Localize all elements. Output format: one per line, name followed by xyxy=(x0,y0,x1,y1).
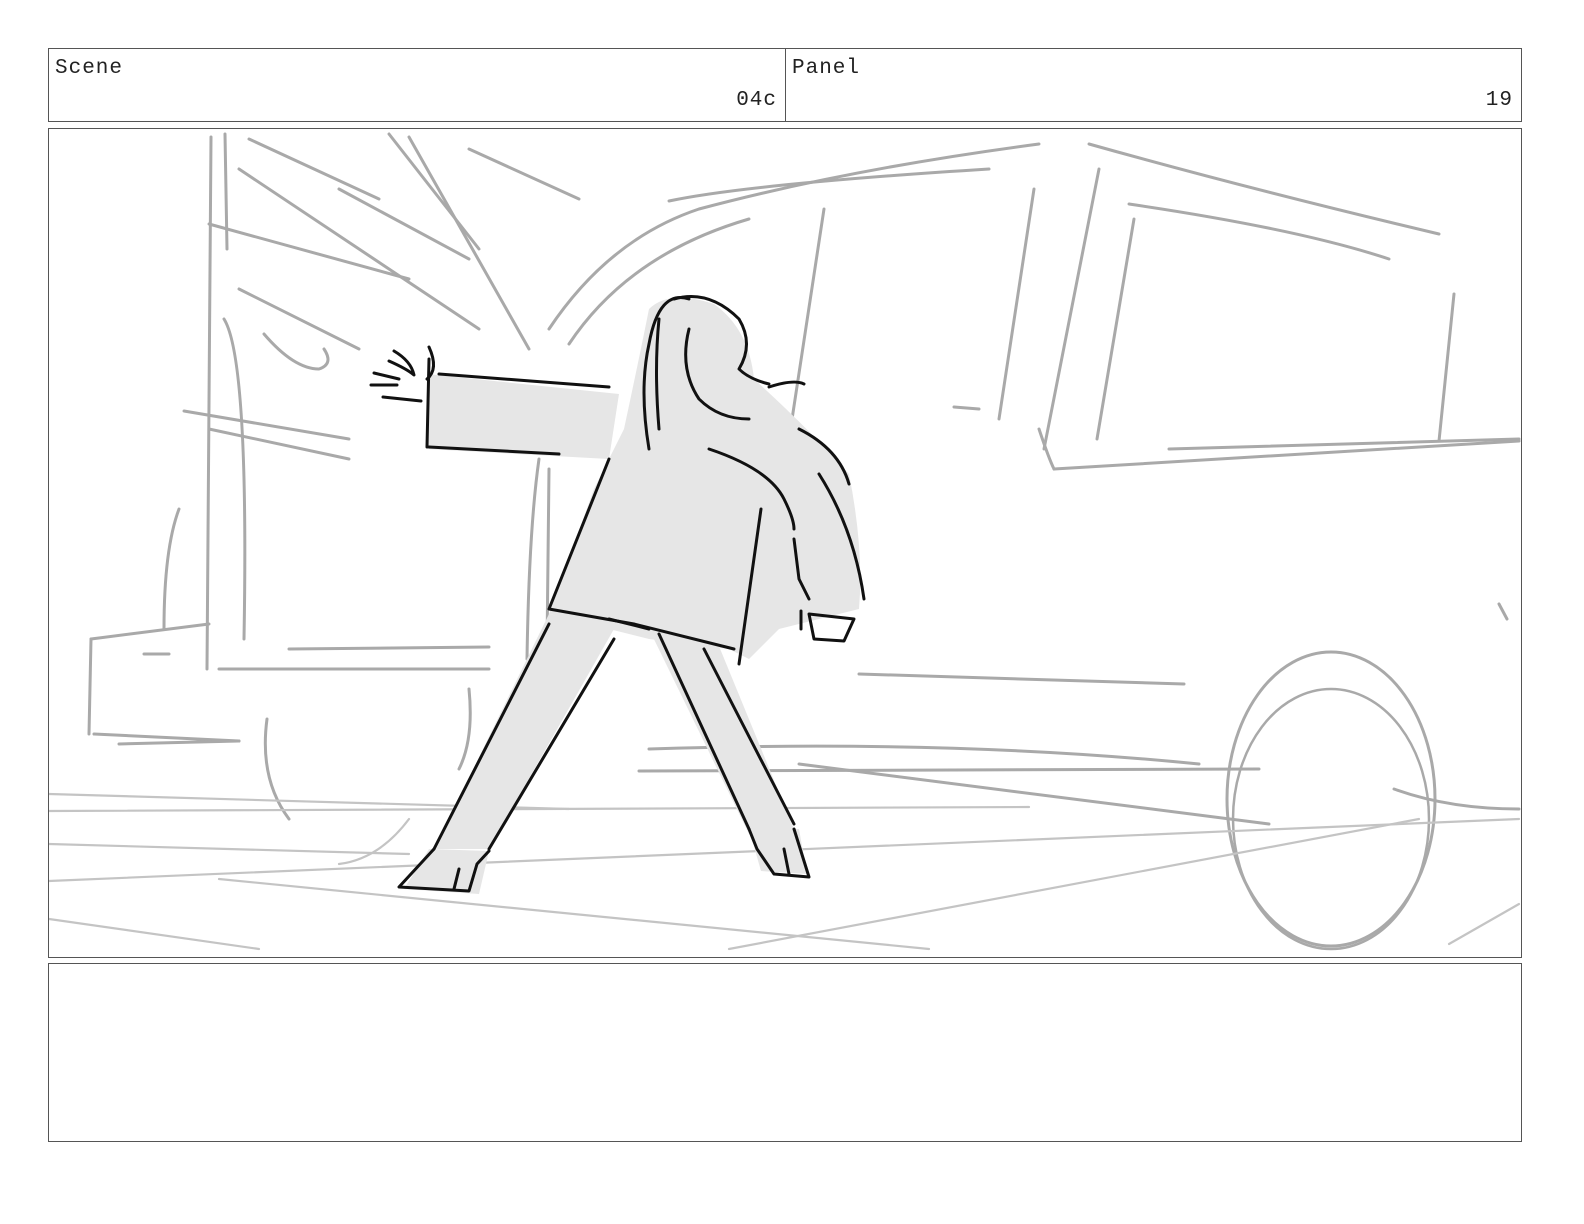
panel-number: 19 xyxy=(1485,89,1513,112)
storyboard-frame xyxy=(48,128,1522,958)
panel-label: Panel xyxy=(792,57,861,80)
notes-box[interactable] xyxy=(48,963,1522,1142)
figure-fill xyxy=(404,297,861,894)
scene-label: Scene xyxy=(55,57,124,80)
scene-number: 04c xyxy=(736,89,777,112)
storyboard-sketch xyxy=(49,132,1521,951)
panel-header-cell: Panel 19 xyxy=(785,48,1522,122)
scene-header-cell: Scene 04c xyxy=(48,48,786,122)
